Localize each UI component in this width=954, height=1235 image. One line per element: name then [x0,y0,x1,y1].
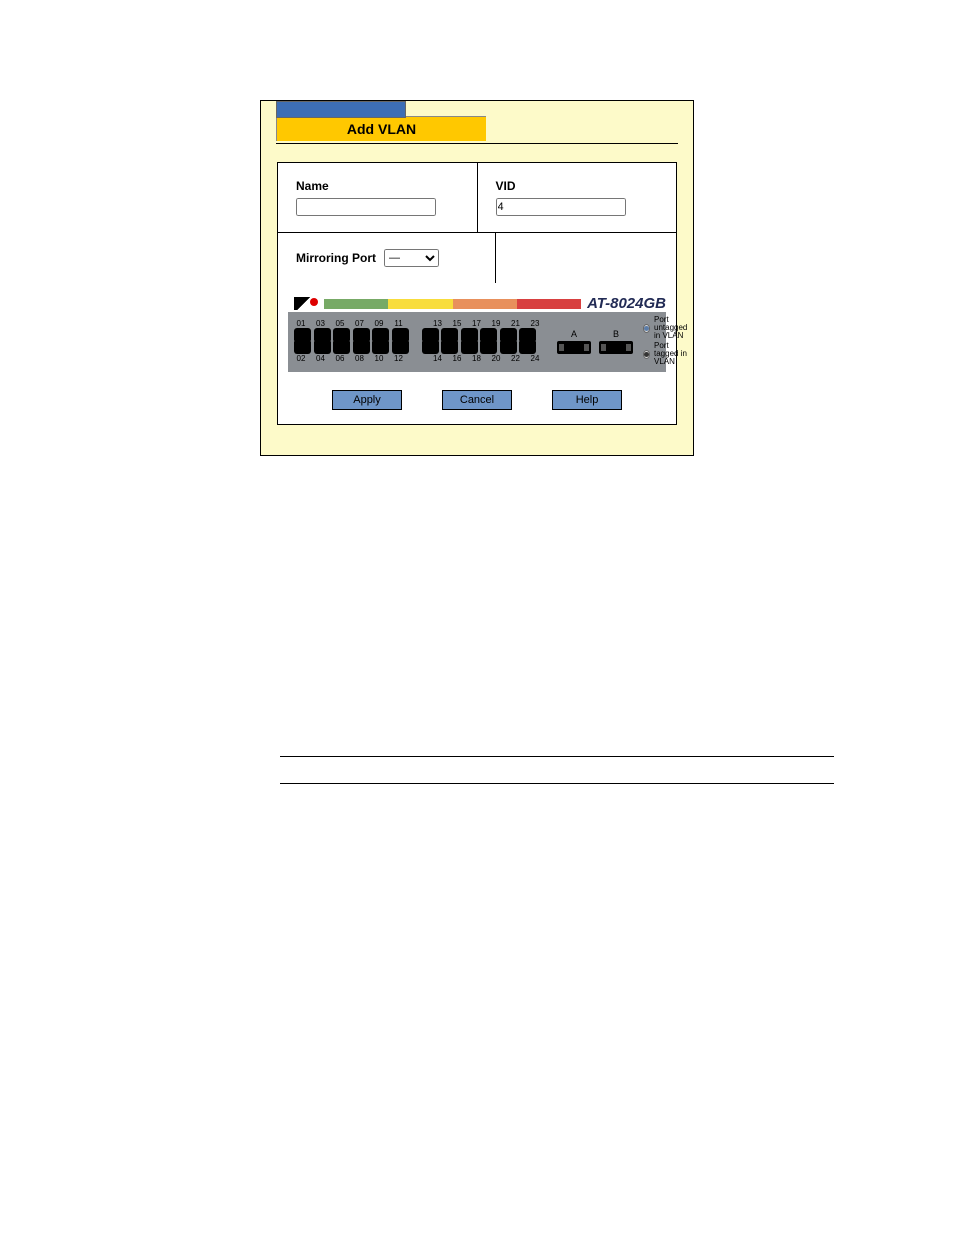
switch-diagram: AT-8024GB 010305070911 131517192123 [288,295,666,372]
uplink-b-label: B [613,329,619,339]
mirroring-port-select[interactable]: — [384,249,439,267]
legend-untagged: Port untagged in VLAN [654,316,689,340]
name-cell: Name [278,163,477,232]
vid-cell: VID [477,163,677,232]
port-06[interactable] [333,341,350,354]
logo-dot-icon [310,298,318,306]
divider-1 [280,756,834,757]
port-16[interactable] [441,341,458,354]
uplink-a-label: A [571,329,577,339]
name-label: Name [296,179,459,193]
title-bar: Add VLAN [276,116,678,144]
form-card: Name VID Mirroring Port — [277,162,677,425]
legend: Port untagged in VLAN Port tagged in VLA… [643,316,689,366]
mirroring-cell: Mirroring Port — [278,233,495,283]
vid-label: VID [496,179,659,193]
port-22[interactable] [500,341,517,354]
button-row: Apply Cancel Help [278,372,676,424]
name-input[interactable] [296,198,436,216]
port-14[interactable] [422,341,439,354]
uplink-a[interactable] [557,341,591,354]
add-vlan-panel: Add VLAN Name VID Mirroring Port — [260,100,694,456]
help-button[interactable]: Help [552,390,622,410]
mirroring-port-label: Mirroring Port [296,251,376,265]
device-model: AT-8024GB [587,295,666,312]
port-02[interactable] [294,341,311,354]
blank-cell [495,233,677,283]
panel-tab [276,101,406,118]
port-18[interactable] [461,341,478,354]
divider-2 [280,783,834,784]
uplink-b[interactable] [599,341,633,354]
radio-tagged-icon[interactable] [643,350,650,359]
port-20[interactable] [480,341,497,354]
cancel-button[interactable]: Cancel [442,390,512,410]
port-10[interactable] [372,341,389,354]
page-title: Add VLAN [276,116,486,141]
port-labels-bottom: 020406081012 141618202224 [294,354,542,363]
port-labels-top: 010305070911 131517192123 [294,319,542,328]
port-04[interactable] [314,341,331,354]
vid-input[interactable] [496,198,626,216]
legend-tagged: Port tagged in VLAN [654,342,689,366]
port-08[interactable] [353,341,370,354]
port-24[interactable] [519,341,536,354]
apply-button[interactable]: Apply [332,390,402,410]
radio-untagged-icon[interactable] [643,324,650,333]
port-12[interactable] [392,341,409,354]
